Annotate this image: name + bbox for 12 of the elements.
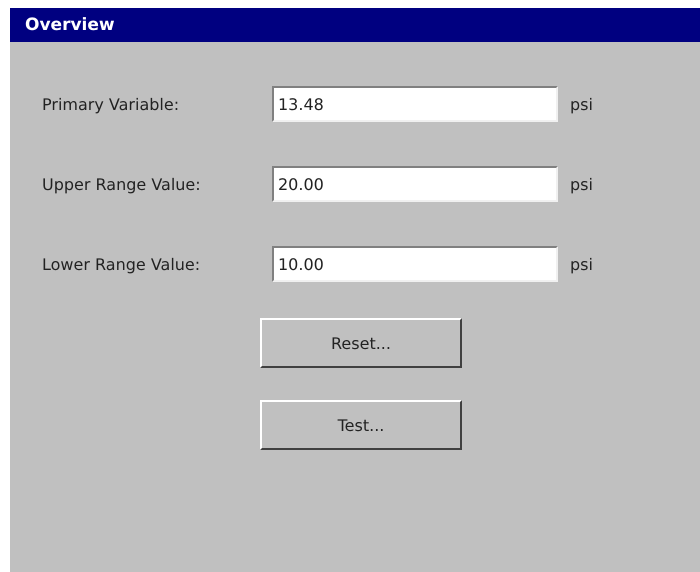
unit-label: psi [570, 174, 593, 194]
action-button[interactable]: Reset... [260, 318, 462, 368]
input-field[interactable]: 10.00 [272, 246, 558, 282]
input-field[interactable]: 20.00 [272, 166, 558, 202]
field-label: Lower Range Value: [42, 254, 202, 274]
unit-label: psi [570, 254, 593, 274]
input-field[interactable]: 13.48 [272, 86, 558, 122]
action-button[interactable]: Test... [260, 400, 462, 450]
unit-label: psi [570, 94, 593, 114]
window-title: Overview [25, 15, 115, 35]
field-label: Upper Range Value: [42, 174, 202, 194]
field-label: Primary Variable: [42, 94, 180, 114]
